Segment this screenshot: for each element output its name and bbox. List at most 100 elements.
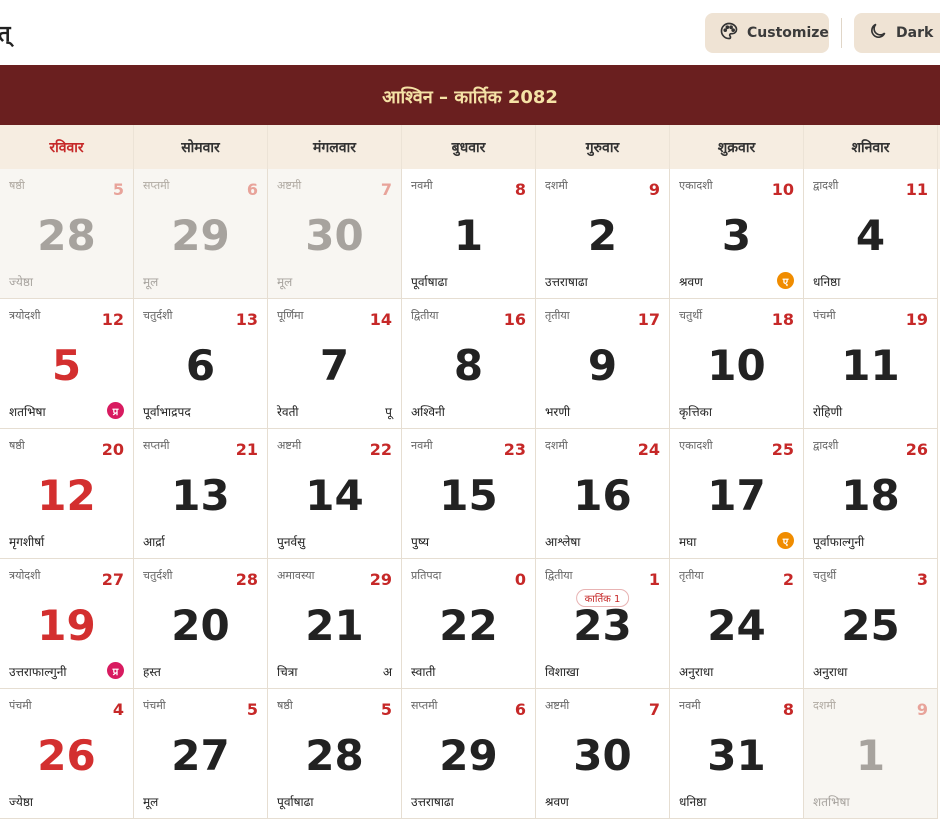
tithi-label: दशमी: [545, 439, 568, 452]
day-cell[interactable]: अष्टमी 22 14 पुनर्वसु: [268, 429, 402, 559]
day-cell[interactable]: द्वादशी 11 4 धनिष्ठा: [804, 169, 938, 299]
nakshatra-label: आश्लेषा: [545, 535, 581, 549]
tithi-label: द्वादशी: [813, 179, 839, 192]
english-date: 9: [916, 700, 928, 719]
calendar-grid: षष्ठी 5 28 ज्येष्ठा सप्तमी 6 29 मूल अष्टमी 7 30 मूल…: [0, 169, 940, 819]
nepali-date: 30: [573, 731, 632, 780]
day-cell[interactable]: त्रयोदशी 12 5 शतभिषा प्र: [0, 299, 134, 429]
tithi-label: चतुर्थी: [813, 569, 837, 582]
day-cell[interactable]: सप्तमी 6 29 उत्तराषाढा: [402, 689, 536, 819]
day-cell[interactable]: तृतीया 2 24 अनुराधा: [670, 559, 804, 689]
palette-icon: [719, 21, 739, 45]
nakshatra-label: पुनर्वसु: [277, 535, 306, 549]
english-date: 1: [648, 570, 660, 589]
day-cell[interactable]: दशमी 9 2 उत्तराषाढा: [536, 169, 670, 299]
english-date: 27: [101, 570, 124, 589]
day-cell[interactable]: दशमी 9 1 शतभिषा: [804, 689, 938, 819]
page-title-fragment: त्: [0, 22, 11, 47]
month-title: आश्विन – कार्तिक 2082: [382, 87, 558, 108]
nakshatra-label: मघा: [679, 535, 697, 549]
nepali-date: 4: [855, 211, 886, 260]
day-cell[interactable]: द्वादशी 26 18 पूर्वाफाल्गुनी: [804, 429, 938, 559]
english-date: 19: [905, 310, 928, 329]
day-cell[interactable]: प्रतिपदा 0 22 स्वाती: [402, 559, 536, 689]
dark-label: Dark: [896, 25, 934, 41]
day-cell[interactable]: षष्ठी 20 12 मृगशीर्षा: [0, 429, 134, 559]
day-cell[interactable]: एकादशी 10 3 श्रवण ए: [670, 169, 804, 299]
day-cell[interactable]: दशमी 24 16 आश्लेषा: [536, 429, 670, 559]
day-cell[interactable]: षष्ठी 5 28 पूर्वाषाढा: [268, 689, 402, 819]
festival-badge-icon: प्र: [107, 662, 124, 679]
nepali-date: 26: [37, 731, 96, 780]
tithi-label: षष्ठी: [9, 439, 25, 452]
tithi-label: तृतीया: [679, 569, 704, 582]
day-cell[interactable]: सप्तमी 6 29 मूल: [134, 169, 268, 299]
english-date: 9: [648, 180, 660, 199]
day-cell[interactable]: नवमी 23 15 पुष्य: [402, 429, 536, 559]
month-banner: आश्विन – कार्तिक 2082: [0, 65, 940, 125]
day-cell[interactable]: चतुर्दशी 28 20 हस्त: [134, 559, 268, 689]
nepali-date: 6: [185, 341, 216, 390]
nepali-date: 13: [171, 471, 230, 520]
day-cell[interactable]: पंचमी 4 26 ज्येष्ठा: [0, 689, 134, 819]
festival-badge-icon: ए: [777, 532, 794, 549]
tithi-label: पंचमी: [143, 699, 166, 712]
nakshatra-label: उत्तराषाढा: [411, 795, 454, 809]
nepali-date: 16: [573, 471, 632, 520]
tithi-label: द्वितीया: [545, 569, 573, 582]
english-date: 24: [637, 440, 660, 459]
nepali-date: 24: [707, 601, 766, 650]
nakshatra-label: श्रवण: [679, 275, 703, 289]
dark-mode-button[interactable]: Dark: [854, 13, 940, 53]
nepali-date: 15: [439, 471, 498, 520]
tithi-label: पंचमी: [9, 699, 32, 712]
tithi-label: त्रयोदशी: [9, 569, 41, 582]
tithi-label: एकादशी: [679, 179, 713, 192]
english-date: 26: [905, 440, 928, 459]
day-cell[interactable]: अमावस्या 29 21 चित्रा अ: [268, 559, 402, 689]
tithi-label: एकादशी: [679, 439, 713, 452]
nepali-date: 29: [171, 211, 230, 260]
day-cell[interactable]: चतुर्थी 3 25 अनुराधा: [804, 559, 938, 689]
day-cell[interactable]: नवमी 8 31 धनिष्ठा: [670, 689, 804, 819]
tithi-label: अष्टमी: [545, 699, 570, 712]
day-cell[interactable]: एकादशी 25 17 मघा ए: [670, 429, 804, 559]
month-start-pill: कार्तिक 1: [575, 589, 630, 607]
day-cell[interactable]: चतुर्थी 18 10 कृत्तिका: [670, 299, 804, 429]
nepali-date: 28: [305, 731, 364, 780]
english-date: 21: [235, 440, 258, 459]
tithi-label: षष्ठी: [277, 699, 293, 712]
tithi-label: षष्ठी: [9, 179, 25, 192]
nakshatra-label: पूर्वाषाढा: [277, 795, 314, 809]
nepali-date: 21: [305, 601, 364, 650]
day-cell[interactable]: नवमी 8 1 पूर्वाषाढा: [402, 169, 536, 299]
english-date: 0: [514, 570, 526, 589]
english-date: 6: [246, 180, 258, 199]
day-cell[interactable]: त्रयोदशी 27 19 उत्तराफाल्गुनी प्र: [0, 559, 134, 689]
day-cell[interactable]: पंचमी 5 27 मूल: [134, 689, 268, 819]
day-cell[interactable]: अष्टमी 7 30 मूल: [268, 169, 402, 299]
weekday-label: सोमवार: [134, 125, 268, 169]
day-cell[interactable]: द्वितीया 1 23 विशाखा कार्तिक 1: [536, 559, 670, 689]
day-cell[interactable]: पंचमी 19 11 रोहिणी: [804, 299, 938, 429]
day-cell[interactable]: पूर्णिमा 14 7 रेवती पू: [268, 299, 402, 429]
day-cell[interactable]: तृतीया 17 9 भरणी: [536, 299, 670, 429]
nakshatra-label: मूल: [143, 795, 159, 809]
english-date: 25: [771, 440, 794, 459]
day-cell[interactable]: चतुर्दशी 13 6 पूर्वाभाद्रपद: [134, 299, 268, 429]
tithi-label: पंचमी: [813, 309, 836, 322]
festival-badge-icon: प्र: [107, 402, 124, 419]
nepali-date: 30: [305, 211, 364, 260]
nakshatra-label: ज्येष्ठा: [9, 795, 34, 809]
day-cell[interactable]: अष्टमी 7 30 श्रवण: [536, 689, 670, 819]
day-cell[interactable]: षष्ठी 5 28 ज्येष्ठा: [0, 169, 134, 299]
nepali-date: 1: [855, 731, 886, 780]
tithi-label: त्रयोदशी: [9, 309, 41, 322]
nepali-date: 10: [707, 341, 766, 390]
day-cell[interactable]: सप्तमी 21 13 आर्द्रा: [134, 429, 268, 559]
tithi-label: नवमी: [679, 699, 701, 712]
weekday-label: बुधवार: [402, 125, 536, 169]
tithi-label: चतुर्थी: [679, 309, 703, 322]
day-cell[interactable]: द्वितीया 16 8 अश्विनी: [402, 299, 536, 429]
customize-button[interactable]: Customize: [705, 13, 829, 53]
